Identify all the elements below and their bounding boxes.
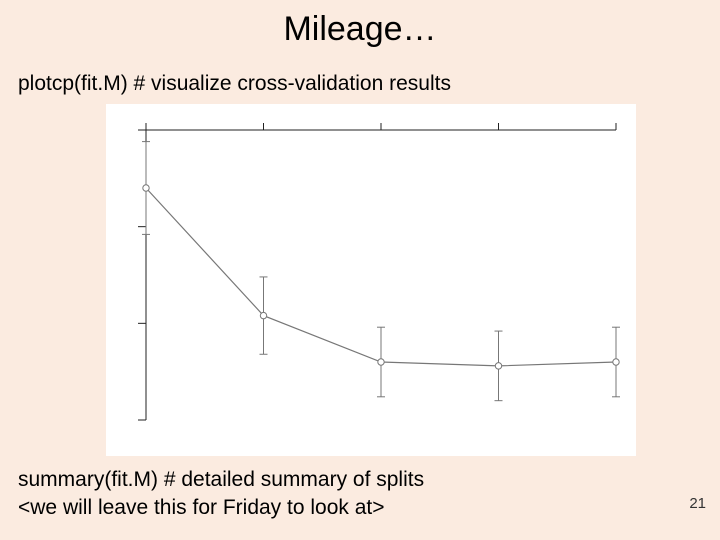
note-friday: <we will leave this for Friday to look a… (18, 496, 385, 520)
page-number: 21 (689, 495, 706, 512)
page-title: Mileage… (0, 10, 720, 49)
cv-error-chart (106, 104, 636, 456)
code-plotcp: plotcp(fit.M) # visualize cross-validati… (18, 72, 451, 96)
slide: Mileage… plotcp(fit.M) # visualize cross… (0, 0, 720, 540)
code-summary: summary(fit.M) # detailed summary of spl… (18, 468, 424, 492)
